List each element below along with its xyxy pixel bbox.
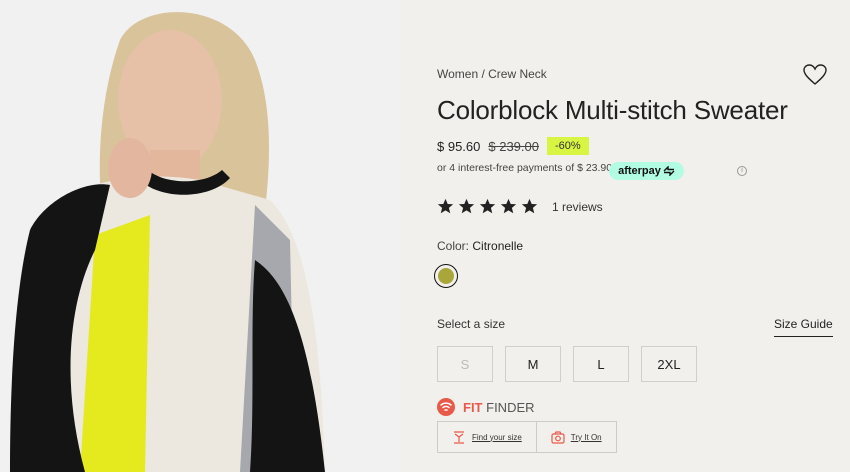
info-icon[interactable]: i [737, 166, 747, 176]
star-icon [500, 198, 517, 214]
color-value: Citronelle [472, 239, 524, 253]
star-icon [521, 198, 538, 214]
size-label: Select a size [437, 317, 506, 331]
color-label: Color: Citronelle [437, 239, 523, 253]
size-guide-link[interactable]: Size Guide [774, 317, 833, 337]
afterpay-arrows-icon [663, 166, 675, 176]
find-your-size-button[interactable]: Find your size [437, 421, 537, 453]
measure-icon [454, 430, 464, 444]
product-image[interactable] [0, 0, 401, 472]
camera-icon [551, 430, 565, 444]
size-button-2xl[interactable]: 2XL [641, 346, 697, 382]
size-button-l[interactable]: L [573, 346, 629, 382]
afterpay-badge[interactable]: afterpay [609, 162, 684, 180]
size-button-m[interactable]: M [505, 346, 561, 382]
fit-finder-title: FIT FINDER [463, 400, 535, 415]
color-label-prefix: Color: [437, 239, 470, 253]
wishlist-heart-icon[interactable] [803, 64, 827, 86]
fit-finder-logo-icon [437, 398, 455, 416]
fit-finder-fit: FIT [463, 399, 483, 415]
afterpay-label: afterpay [618, 165, 661, 177]
breadcrumb[interactable]: Women / Crew Neck [437, 67, 547, 81]
current-price: $ 95.60 [437, 138, 481, 154]
try-it-on-label: Try It On [570, 432, 602, 442]
discount-badge: -60% [546, 137, 589, 155]
product-info-panel: Women / Crew Neck Colorblock Multi-stitc… [401, 0, 850, 472]
star-icon [458, 198, 475, 214]
size-options: S M L 2XL [437, 346, 697, 382]
color-swatch-citronelle[interactable] [434, 264, 458, 288]
price-row: $ 95.60 $ 239.00 -60% [437, 137, 589, 155]
product-title: Colorblock Multi-stitch Sweater [437, 95, 788, 125]
try-it-on-button[interactable]: Try It On [536, 421, 617, 453]
reviews-count[interactable]: 1 reviews [552, 200, 603, 214]
star-icon [437, 198, 454, 214]
reviews-row[interactable]: 1 reviews [437, 198, 603, 215]
fit-finder-finder: FINDER [486, 399, 535, 415]
fit-finder-header: FIT FINDER [437, 398, 535, 416]
find-your-size-label: Find your size [472, 432, 522, 442]
size-button-s[interactable]: S [437, 346, 493, 382]
swatch-fill [438, 268, 454, 284]
fit-finder-buttons: Find your size Try It On [437, 421, 617, 453]
star-icon [479, 198, 496, 214]
original-price: $ 239.00 [488, 138, 539, 154]
